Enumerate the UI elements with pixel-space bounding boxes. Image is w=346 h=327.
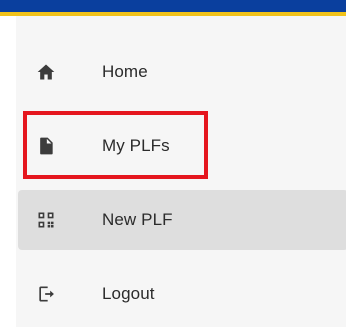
annotation-highlight-box (23, 111, 208, 179)
sidebar-item-label: Logout (102, 284, 155, 303)
home-icon (36, 62, 56, 82)
qr-code-icon (36, 210, 56, 230)
sidebar-item-label: Home (102, 62, 148, 81)
sidebar-item-label: New PLF (102, 210, 173, 229)
sidebar-item-logout[interactable]: Logout (18, 264, 346, 324)
app-header-bar (0, 0, 346, 16)
sidebar-item-new-plf[interactable]: New PLF (18, 190, 346, 250)
sidebar-item-home[interactable]: Home (18, 42, 346, 102)
logout-icon (36, 284, 56, 304)
